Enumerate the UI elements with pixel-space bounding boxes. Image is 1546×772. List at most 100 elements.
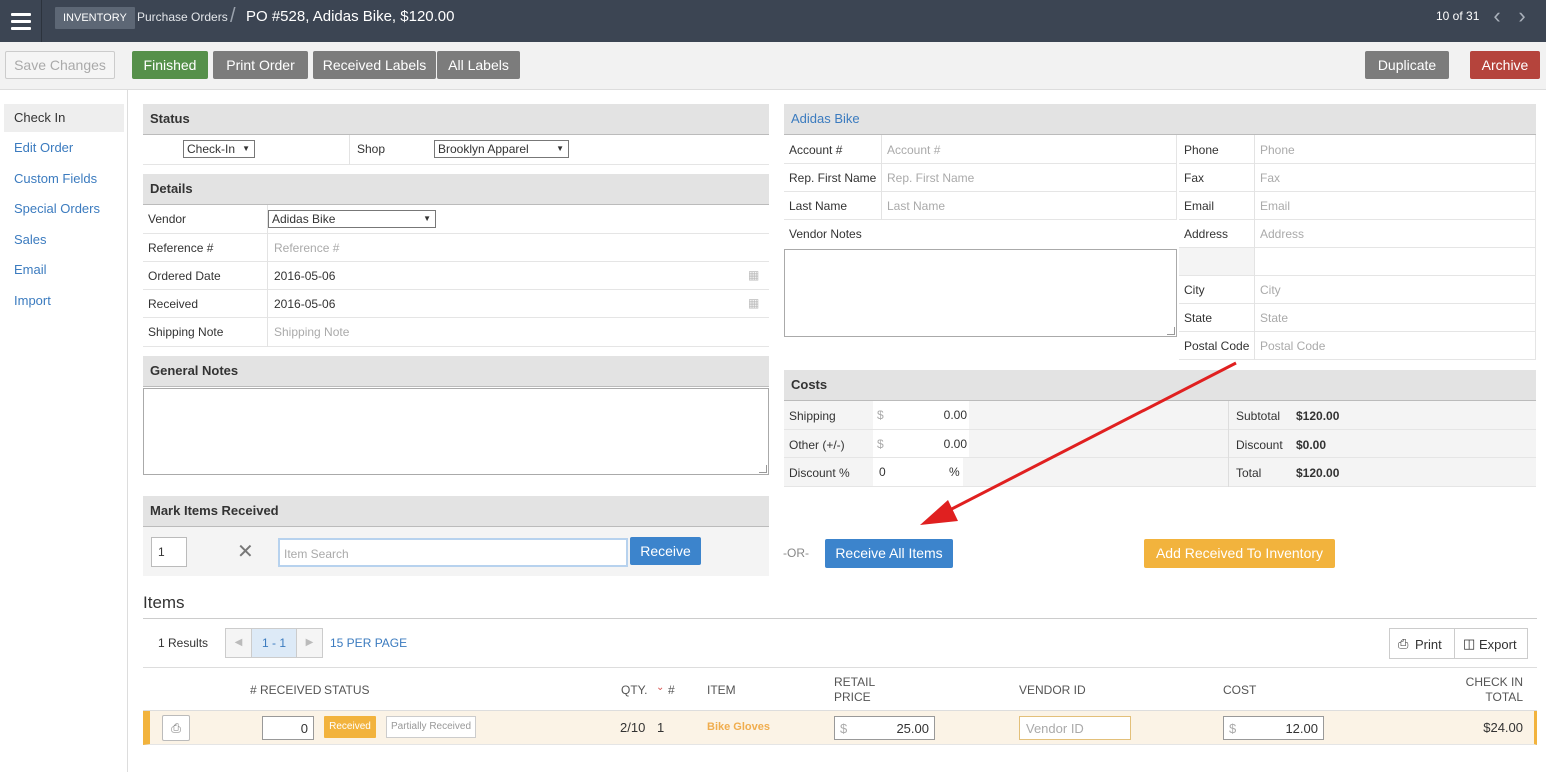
page-range[interactable]: 1 - 1 [251, 629, 297, 657]
sidebar-item-special-orders[interactable]: Special Orders [4, 195, 124, 223]
print-button[interactable]: ⎙ Print [1389, 628, 1455, 659]
phone-input[interactable]: Phone [1260, 143, 1295, 157]
divider [267, 234, 268, 262]
sidebar-item-custom-fields[interactable]: Custom Fields [4, 165, 124, 193]
table-row[interactable]: ⎙ 0 Received Partially Received 2/10 1 B… [143, 711, 1537, 745]
account-input[interactable]: Account # [887, 143, 940, 157]
resize-handle-icon[interactable] [1167, 327, 1175, 335]
divider [1254, 220, 1255, 248]
record-pager-count: 10 of 31 [1436, 9, 1480, 23]
save-changes-button[interactable]: Save Changes [5, 51, 115, 79]
calendar-icon[interactable]: ▦ [748, 268, 759, 282]
shop-select[interactable]: Brooklyn Apparel ▼ [434, 140, 569, 158]
reference-input[interactable]: Reference # [274, 241, 339, 255]
address-line2-row [1179, 248, 1536, 276]
per-page-selector[interactable]: 15 PER PAGE [330, 636, 407, 650]
breadcrumb-separator: / [230, 5, 236, 27]
status-value: Check-In [187, 142, 236, 156]
state-input[interactable]: State [1260, 311, 1288, 325]
rep-first-name-input[interactable]: Rep. First Name [887, 171, 974, 185]
state-label: State [1184, 311, 1213, 325]
next-record-icon[interactable]: › [1513, 5, 1531, 28]
previous-record-icon[interactable]: ‹ [1488, 5, 1506, 28]
phone-row: Phone Phone [1179, 135, 1536, 164]
shop-label: Shop [357, 142, 386, 156]
phone-label: Phone [1184, 143, 1219, 157]
item-name-link[interactable]: Bike Gloves [707, 721, 770, 733]
cost-input[interactable]: $ 12.00 [1223, 716, 1324, 740]
received-quantity-input[interactable]: 0 [262, 716, 314, 740]
sidebar-item-check-in[interactable]: Check In [4, 104, 124, 132]
fax-input[interactable]: Fax [1260, 171, 1280, 185]
all-labels-button[interactable]: All Labels [437, 51, 520, 79]
general-notes-textarea[interactable] [143, 388, 769, 475]
retail-price-input[interactable]: $ 25.00 [834, 716, 935, 740]
sidebar-item-edit-order[interactable]: Edit Order [4, 134, 124, 162]
vendor-name-heading[interactable]: Adidas Bike [784, 104, 1536, 135]
col-status[interactable]: STATUS [324, 683, 370, 697]
receive-quantity-input[interactable]: 1 [151, 537, 187, 567]
sidebar-item-sales[interactable]: Sales [4, 226, 124, 254]
email-input[interactable]: Email [1260, 199, 1290, 213]
fax-label: Fax [1184, 171, 1205, 185]
received-labels-button[interactable]: Received Labels [313, 51, 436, 79]
finished-button[interactable]: Finished [132, 51, 208, 79]
address-input[interactable]: Address [1260, 227, 1304, 241]
item-search-placeholder: Item Search [284, 547, 349, 561]
clear-search-icon[interactable]: ✕ [237, 540, 254, 564]
resize-handle-icon[interactable] [759, 465, 767, 473]
status-select[interactable]: Check-In ▼ [183, 140, 255, 158]
receive-button[interactable]: Receive [630, 537, 701, 565]
col-retail-line1[interactable]: RETAIL [834, 675, 875, 689]
vendor-select[interactable]: Adidas Bike ▼ [268, 210, 436, 228]
col-checkin-line2[interactable]: TOTAL [1485, 690, 1523, 704]
calendar-icon[interactable]: ▦ [748, 296, 759, 310]
status-partially-received-badge[interactable]: Partially Received [386, 716, 476, 738]
sidebar-item-import[interactable]: Import [4, 287, 124, 315]
other-cost-label: Other (+/-) [789, 438, 845, 452]
city-row: City City [1179, 276, 1536, 304]
row-printer-icon[interactable]: ⎙ [162, 715, 190, 741]
city-input[interactable]: City [1260, 283, 1281, 297]
discount-value: $0.00 [1296, 438, 1327, 452]
col-item[interactable]: ITEM [707, 683, 736, 697]
sidebar-item-email[interactable]: Email [4, 256, 124, 284]
col-checkin-line1[interactable]: CHECK IN [1466, 675, 1523, 689]
account-row: Account # Account # [784, 135, 1177, 164]
discount-percent-value: 0 [879, 465, 886, 479]
chevron-down-icon: ▼ [423, 214, 431, 223]
col-qty[interactable]: QTY. [621, 683, 647, 697]
shipping-note-input[interactable]: Shipping Note [274, 325, 349, 339]
address-line2-input[interactable] [1255, 248, 1535, 275]
col-cost[interactable]: COST [1223, 683, 1256, 697]
col-received[interactable]: # RECEIVED [250, 683, 321, 697]
chevron-down-icon: ▼ [242, 144, 250, 153]
duplicate-button[interactable]: Duplicate [1365, 51, 1449, 79]
item-search-input[interactable]: Item Search [278, 538, 628, 567]
col-vendor-id[interactable]: VENDOR ID [1019, 683, 1086, 697]
hamburger-menu-icon[interactable] [0, 0, 42, 42]
top-bar: INVENTORY Purchase Orders / PO #528, Adi… [0, 0, 1546, 42]
receive-all-items-button[interactable]: Receive All Items [825, 539, 953, 568]
breadcrumb-inventory[interactable]: INVENTORY [55, 7, 135, 29]
archive-button[interactable]: Archive [1470, 51, 1540, 79]
ordered-date-input[interactable]: 2016-05-06 [274, 269, 335, 283]
vendor-notes-textarea[interactable] [784, 249, 1177, 337]
postal-code-input[interactable]: Postal Code [1260, 339, 1325, 353]
vendor-info-grid: Account # Account # Rep. First Name Rep.… [784, 135, 1536, 361]
col-number[interactable]: # [668, 683, 675, 697]
export-button[interactable]: ◫ Export [1454, 628, 1528, 659]
next-page-icon[interactable]: ▶ [297, 629, 322, 657]
col-retail-line2[interactable]: PRICE [834, 690, 871, 704]
breadcrumb-purchase-orders[interactable]: Purchase Orders [137, 10, 228, 24]
prev-page-icon[interactable]: ◀ [226, 629, 251, 657]
shop-value: Brooklyn Apparel [438, 142, 529, 156]
currency-symbol: $ [840, 721, 848, 736]
received-date-input[interactable]: 2016-05-06 [274, 297, 335, 311]
status-received-badge[interactable]: Received [324, 716, 376, 738]
last-name-input[interactable]: Last Name [887, 199, 945, 213]
fax-row: Fax Fax [1179, 164, 1536, 192]
vendor-id-input[interactable]: Vendor ID [1019, 716, 1131, 740]
add-received-to-inventory-button[interactable]: Add Received To Inventory [1144, 539, 1335, 568]
print-order-button[interactable]: Print Order [213, 51, 308, 79]
